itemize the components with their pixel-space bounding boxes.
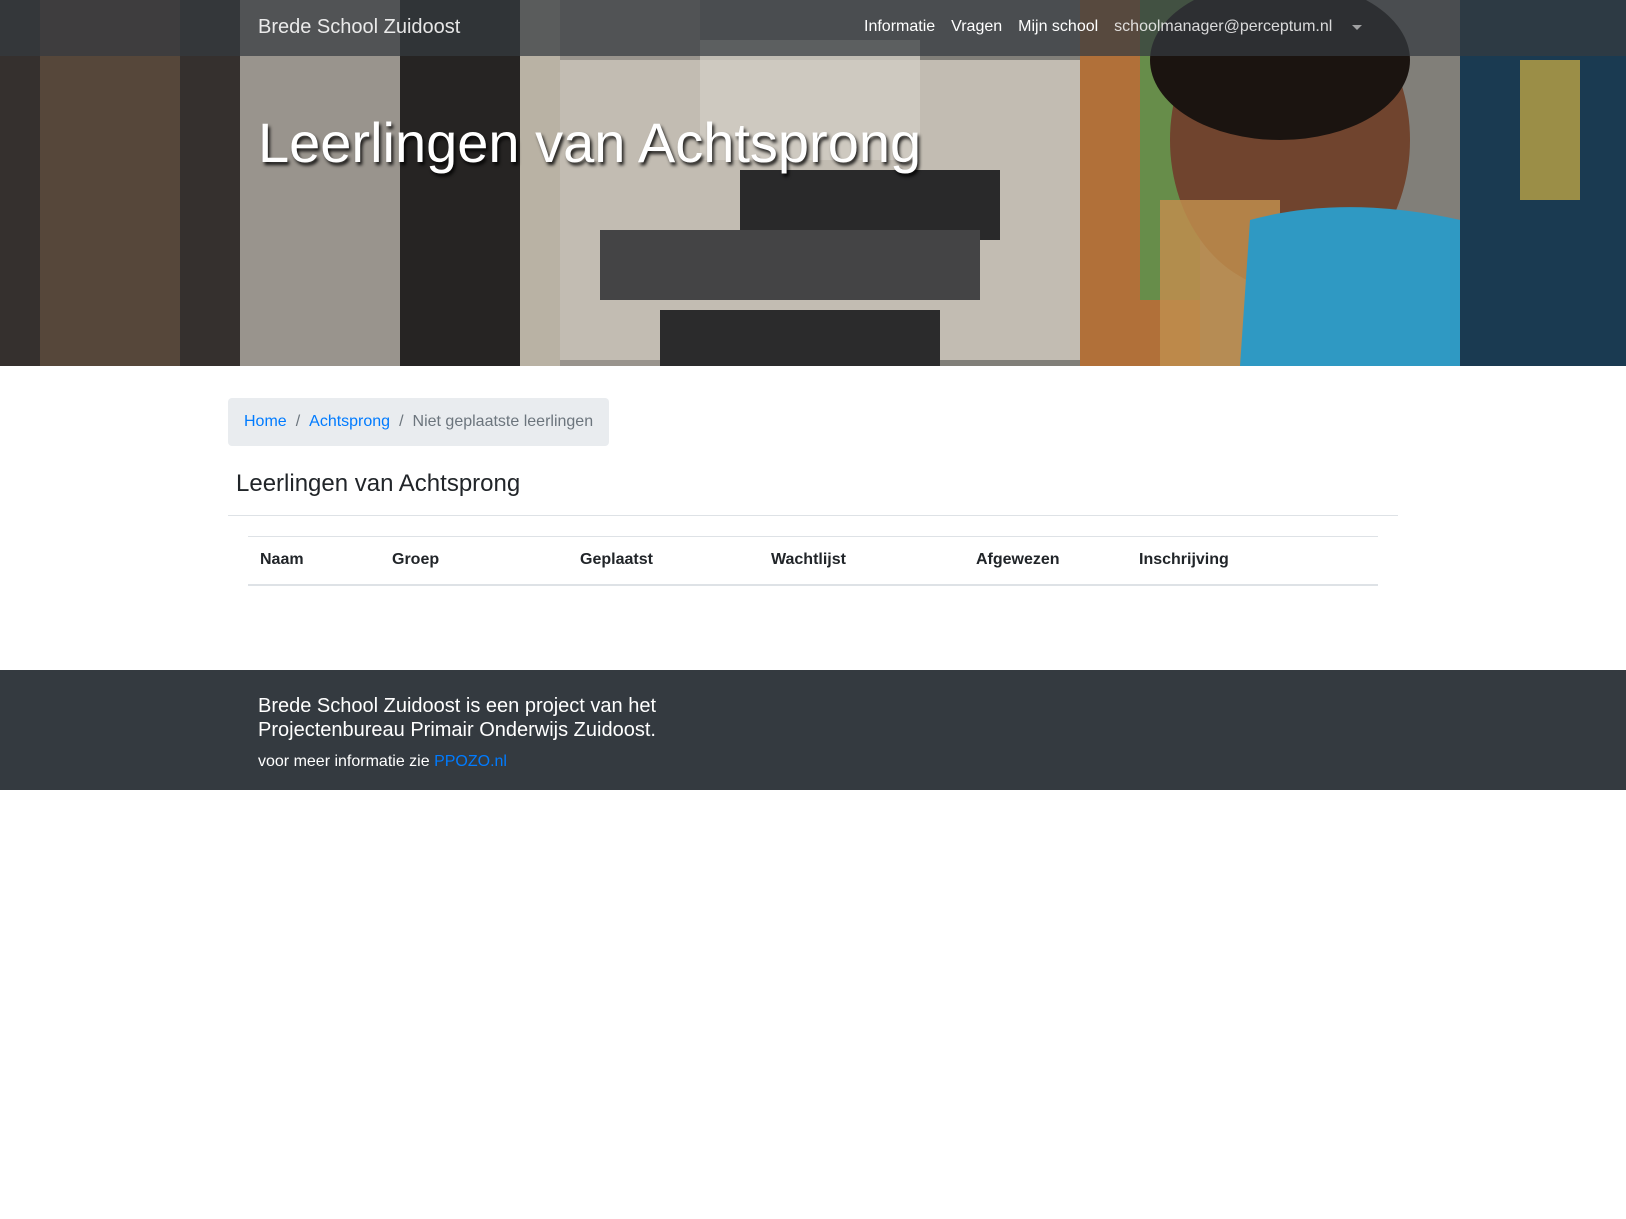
breadcrumb: Home / Achtsprong / Niet geplaatste leer…: [228, 398, 610, 446]
user-menu-toggle[interactable]: schoolmanager@perceptum.nl: [1114, 18, 1332, 36]
column-header-inschrijving[interactable]: Inschrijving: [1127, 535, 1378, 586]
column-header-groep[interactable]: Groep: [380, 535, 568, 586]
column-header-naam[interactable]: Naam: [248, 535, 380, 586]
hero-banner: Brede School Zuidoost Informatie Vragen …: [0, 0, 1626, 366]
breadcrumb-school[interactable]: Achtsprong: [309, 413, 390, 431]
nav-link-vragen[interactable]: Vragen: [951, 18, 1002, 36]
breadcrumb-separator: /: [399, 413, 404, 430]
breadcrumb-current: Niet geplaatste leerlingen: [412, 413, 594, 430]
footer-info-text: voor meer informatie zie: [258, 753, 430, 770]
ppozo-link[interactable]: PPOZO.nl: [434, 753, 507, 770]
chevron-down-icon[interactable]: [1352, 25, 1362, 30]
students-table: Naam Groep Geplaatst Wachtlijst Afgeweze…: [248, 535, 1378, 586]
page-title: Leerlingen van Achtsprong: [236, 470, 521, 497]
breadcrumb-home[interactable]: Home: [244, 413, 287, 431]
footer: Brede School Zuidoost is een project van…: [0, 670, 1626, 790]
top-navbar: Brede School Zuidoost Informatie Vragen …: [0, 0, 1626, 56]
column-header-wachtlijst[interactable]: Wachtlijst: [759, 535, 964, 586]
main-content: Home / Achtsprong / Niet geplaatste leer…: [228, 398, 1398, 586]
nav-link-informatie[interactable]: Informatie: [864, 18, 935, 36]
title-divider: [228, 514, 1398, 516]
hero-title: Leerlingen van Achtsprong: [258, 111, 922, 174]
breadcrumb-separator: /: [295, 413, 301, 430]
nav-link-mijn-school[interactable]: Mijn school: [1018, 18, 1098, 36]
nav-links: Informatie Vragen Mijn school schoolmana…: [864, 18, 1348, 36]
table-header-row: Naam Groep Geplaatst Wachtlijst Afgeweze…: [248, 535, 1378, 586]
column-header-geplaatst[interactable]: Geplaatst: [568, 535, 759, 586]
footer-info: voor meer informatie zie PPOZO.nl: [258, 753, 507, 771]
footer-lead: Brede School Zuidoost is een project van…: [258, 695, 657, 741]
column-header-afgewezen[interactable]: Afgewezen: [964, 535, 1127, 586]
brand-link[interactable]: Brede School Zuidoost: [258, 16, 460, 39]
